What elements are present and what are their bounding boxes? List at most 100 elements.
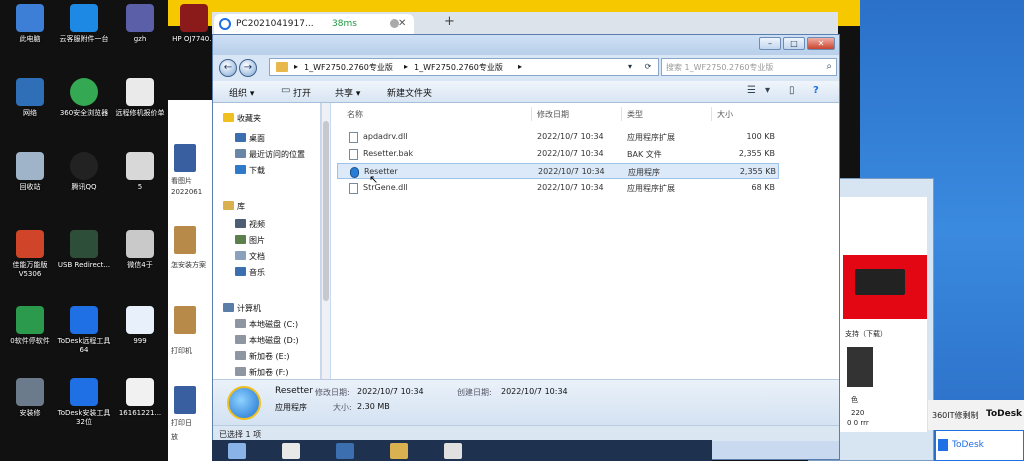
desktop-icon-gzh[interactable]: gzh	[112, 2, 168, 60]
nav-library[interactable]: 库	[237, 201, 245, 212]
search-box[interactable]: 搜索 1_WF2750.2760专业版 ⌕	[661, 58, 837, 76]
share-button[interactable]: 共享 ▾	[335, 86, 360, 99]
maximize-button[interactable]: □	[783, 37, 805, 50]
desktop-icon-qq[interactable]: 腾讯QQ	[56, 150, 112, 208]
column-header-date[interactable]: 修改日期	[537, 109, 569, 120]
explorer-titlebar[interactable]: – □ ✕	[213, 35, 839, 55]
desktop-icon-install[interactable]: 安装修	[2, 376, 58, 434]
dropdown-arrow-icon[interactable]: ▾	[622, 59, 638, 75]
desktop-icon-todesk64[interactable]: ToDesk远程工具64	[56, 304, 112, 362]
printer-image	[855, 269, 905, 295]
back-button[interactable]: ←	[219, 59, 237, 77]
taskbar-app-icon[interactable]	[228, 443, 246, 459]
navigation-pane: 收藏夹 桌面 最近访问的位置 下载 库 视频 图片 文档 音乐 计算机 本地磁盘…	[213, 103, 321, 379]
dropdown-arrow-icon[interactable]: ▾	[765, 85, 770, 96]
nav-drive-f[interactable]: 新加卷 (F:)	[249, 367, 288, 378]
column-separator[interactable]	[621, 107, 622, 121]
nav-music[interactable]: 音乐	[249, 267, 265, 278]
background-window[interactable]: 看图片 2022061 怎安装方案 打印机 打印日 放	[168, 100, 216, 461]
desktop-icon-360[interactable]: 360安全浏览器	[56, 76, 112, 134]
taskbar-app-icon[interactable]	[282, 443, 300, 459]
support-download-link[interactable]: 支持（下载）	[845, 329, 887, 339]
taskbar-folder-icon[interactable]	[390, 443, 408, 459]
qr-code-image	[847, 347, 873, 387]
new-tab-button[interactable]: +	[444, 14, 455, 29]
desktop-icon-recycle-bin[interactable]: 回收站	[2, 150, 58, 208]
breadcrumb-arrow-icon[interactable]: ▸	[404, 62, 408, 71]
column-separator[interactable]	[711, 107, 712, 121]
desktop-icon-quote[interactable]: 远程修机报价单	[112, 76, 168, 134]
dll-icon	[349, 132, 358, 143]
desktop-icon-soft[interactable]: 0软件停软件	[2, 304, 58, 362]
nav-documents[interactable]: 文档	[249, 251, 265, 262]
file-row[interactable]: Resetter.bak 2022/10/7 10:34 BAK 文件 2,35…	[337, 146, 779, 162]
folder-icon	[174, 306, 196, 334]
new-folder-button[interactable]: 新建文件夹	[387, 86, 432, 99]
column-header-type[interactable]: 类型	[627, 109, 643, 120]
remote-session-tab[interactable]: PC2021041917... 38ms ✕	[214, 14, 414, 34]
library-icon	[223, 201, 234, 210]
drive-icon	[235, 319, 246, 328]
address-bar[interactable]: ▸ 1_WF2750.2760专业版 ▸ 1_WF2750.2760专业版 ▸ …	[269, 58, 659, 76]
desktop-icon-todesk32[interactable]: ToDesk安装工具32位	[56, 376, 112, 434]
download-icon	[235, 165, 246, 174]
folder-icon	[174, 226, 196, 254]
remote-tab-strip: PC2021041917... 38ms ✕ +	[212, 12, 838, 34]
refresh-icon[interactable]: ⟳	[640, 59, 656, 75]
explorer-window[interactable]: – □ ✕ ← → ▸ 1_WF2750.2760专业版 ▸ 1_WF2750.…	[212, 34, 840, 460]
nav-desktop[interactable]: 桌面	[249, 133, 265, 144]
desktop-icon-wechat[interactable]: 微信4于	[112, 228, 168, 286]
open-button[interactable]: 打开	[293, 86, 311, 99]
recent-places-icon	[235, 149, 246, 158]
dll-icon	[349, 183, 358, 194]
address-row: ← → ▸ 1_WF2750.2760专业版 ▸ 1_WF2750.2760专业…	[213, 55, 839, 81]
breadcrumb-arrow-icon[interactable]: ▸	[294, 62, 298, 71]
nav-downloads[interactable]: 下载	[249, 165, 265, 176]
help-icon[interactable]: ?	[813, 85, 819, 96]
file-row[interactable]: apdadrv.dll 2022/10/7 10:34 应用程序扩展 100 K…	[337, 129, 779, 145]
minimize-button[interactable]: –	[759, 37, 781, 50]
desktop-icon-this-pc[interactable]: 此电脑	[2, 2, 58, 60]
open-icon: ▭	[281, 85, 291, 96]
preview-pane-icon[interactable]: ▯	[789, 85, 795, 96]
nav-scrollbar[interactable]	[322, 103, 330, 379]
nav-scrollbar-thumb[interactable]	[323, 121, 329, 301]
file-row-selected[interactable]: Resetter 2022/10/7 10:34 应用程序 2,355 KB	[337, 163, 779, 179]
todesk-icon	[938, 439, 948, 451]
desktop-icon-cloud[interactable]: 云客服附件一台	[56, 2, 112, 60]
view-options-icon[interactable]: ☰	[747, 85, 756, 96]
organize-button[interactable]: 组织 ▾	[229, 86, 254, 99]
taskbar-app-icon[interactable]	[444, 443, 462, 459]
desktop-icon-999[interactable]: 999	[112, 304, 168, 362]
forward-button[interactable]: →	[239, 59, 257, 77]
nav-drive-d[interactable]: 本地磁盘 (D:)	[249, 335, 299, 346]
status-bar: 已选择 1 项	[213, 425, 839, 441]
nav-pictures[interactable]: 图片	[249, 235, 265, 246]
close-button[interactable]: ✕	[807, 37, 835, 50]
desktop-icon-network[interactable]: 网络	[2, 76, 58, 134]
desktop-icon-canon[interactable]: 佳能万能版 V5306	[2, 228, 58, 286]
breadcrumb-item[interactable]: 1_WF2750.2760专业版	[414, 62, 503, 73]
close-tab-icon[interactable]: ✕	[398, 18, 406, 29]
nav-favorites[interactable]: 收藏夹	[237, 113, 261, 124]
document-icon	[126, 378, 154, 406]
nav-recent[interactable]: 最近访问的位置	[249, 149, 305, 160]
column-separator[interactable]	[531, 107, 532, 121]
nav-videos[interactable]: 视频	[249, 219, 265, 230]
breadcrumb-arrow-icon[interactable]: ▸	[518, 62, 522, 71]
qq-penguin-icon	[70, 152, 98, 180]
app-icon	[16, 306, 44, 334]
nav-drive-c[interactable]: 本地磁盘 (C:)	[249, 319, 298, 330]
nav-computer[interactable]: 计算机	[237, 303, 261, 314]
search-icon[interactable]: ⌕	[826, 61, 832, 72]
column-header-size[interactable]: 大小	[717, 109, 733, 120]
todesk-popup[interactable]: ToDesk	[935, 430, 1024, 461]
desktop-icon-usb[interactable]: USB Redirect...	[56, 228, 112, 286]
file-row[interactable]: StrGene.dll 2022/10/7 10:34 应用程序扩展 68 KB	[337, 180, 779, 196]
column-header-name[interactable]: 名称	[347, 109, 363, 120]
nav-drive-e[interactable]: 新加卷 (E:)	[249, 351, 290, 362]
desktop-icon-5[interactable]: 5	[112, 150, 168, 208]
breadcrumb-item[interactable]: 1_WF2750.2760专业版	[304, 62, 393, 73]
desktop-icon-16161221[interactable]: 16161221...	[112, 376, 168, 434]
taskbar-app-icon[interactable]	[336, 443, 354, 459]
